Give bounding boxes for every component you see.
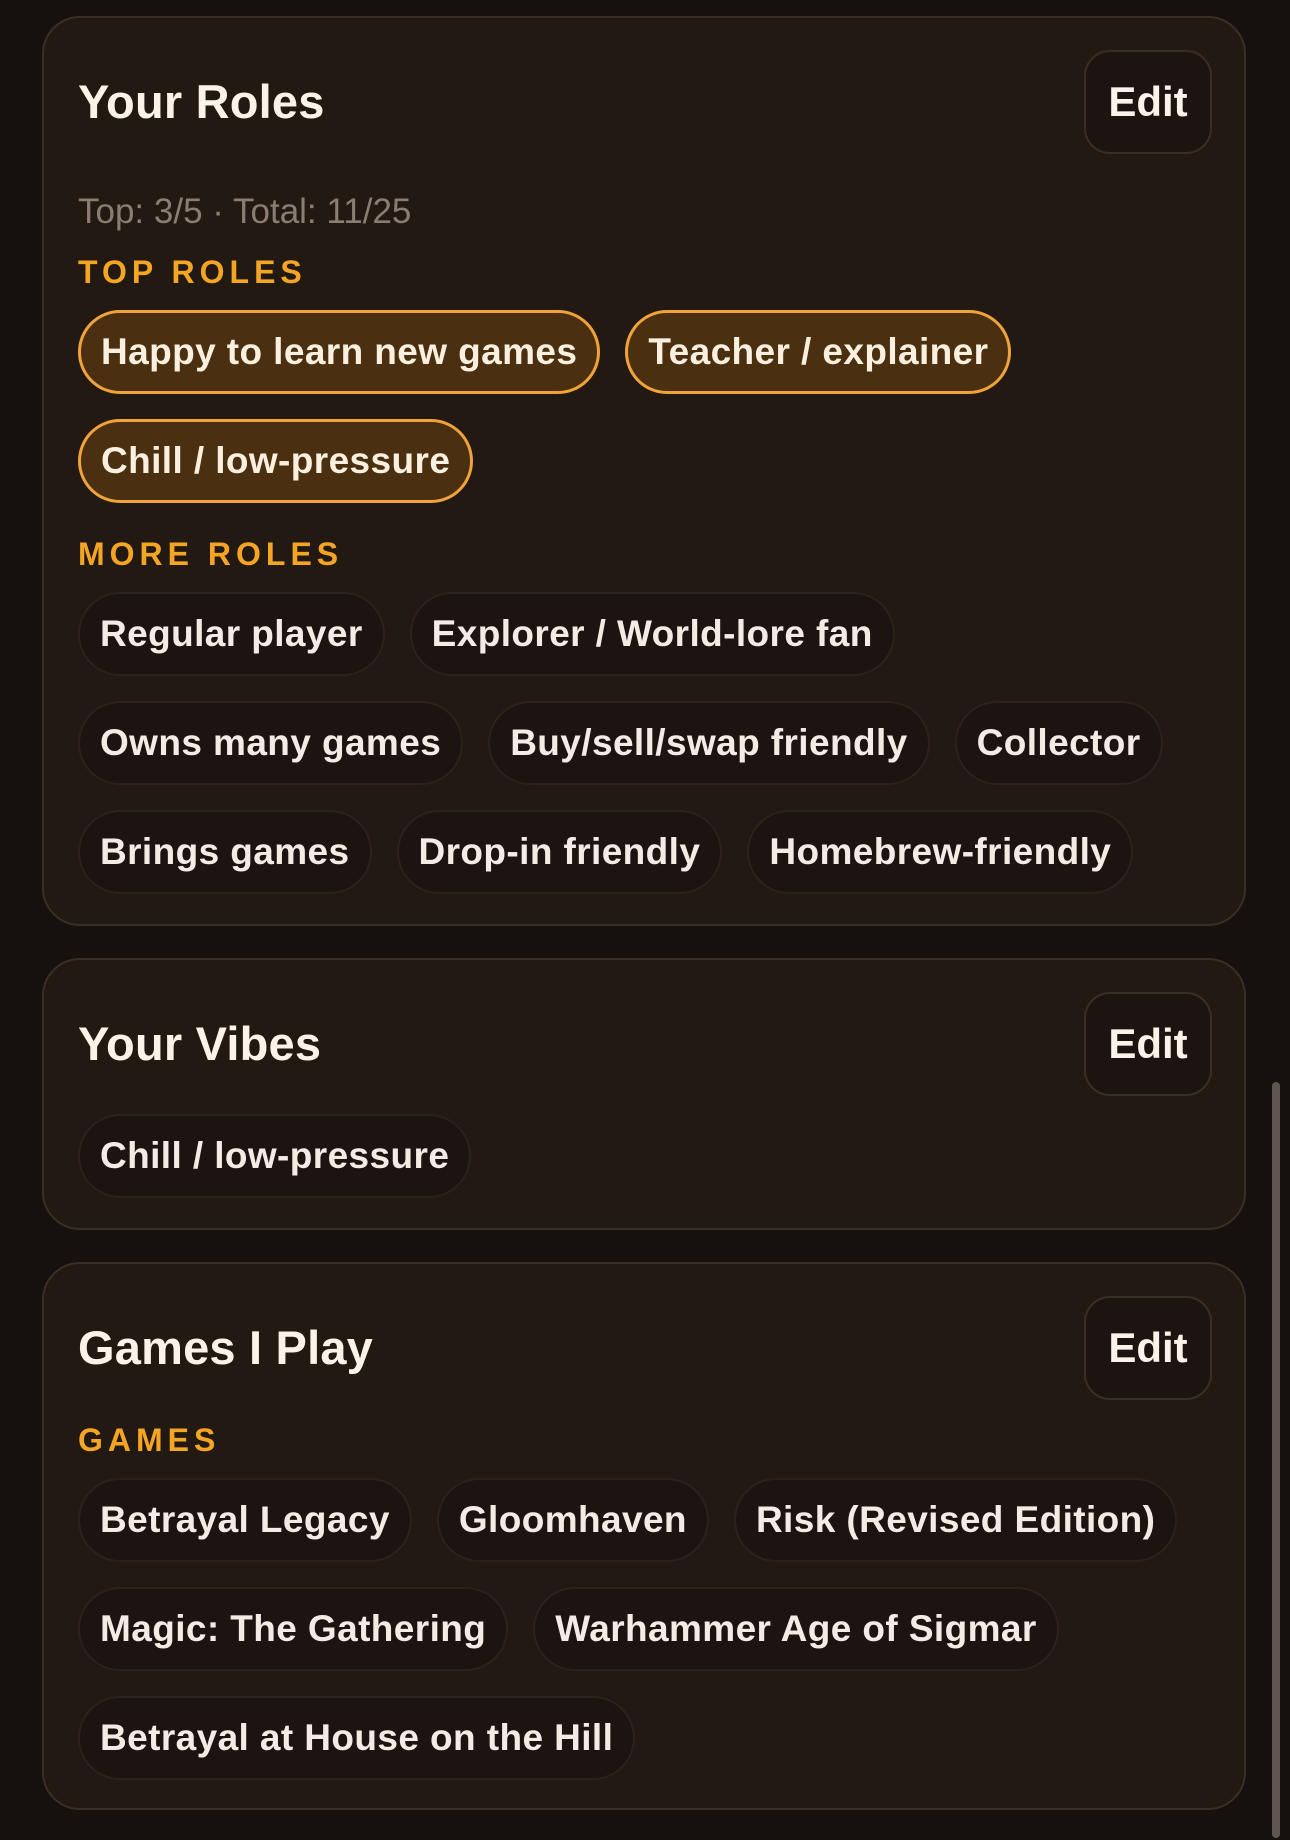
vibe-chip[interactable]: Chill / low-pressure xyxy=(78,1114,472,1198)
role-chip-top[interactable]: Happy to learn new games xyxy=(78,310,601,394)
scrollbar-thumb[interactable] xyxy=(1272,1082,1280,1838)
more-roles-label: MORE ROLES xyxy=(78,536,344,572)
role-chip[interactable]: Owns many games xyxy=(78,701,464,785)
role-chip-top[interactable]: Teacher / explainer xyxy=(625,310,1012,394)
role-chip[interactable]: Drop-in friendly xyxy=(396,810,723,894)
game-chip[interactable]: Warhammer Age of Sigmar xyxy=(533,1587,1059,1671)
roles-card: Your Roles Edit Top: 3/5 · Total: 11/25 … xyxy=(42,16,1246,926)
game-chip[interactable]: Betrayal at House on the Hill xyxy=(78,1696,636,1780)
vibes-title: Your Vibes xyxy=(78,1017,322,1070)
top-roles-row: Happy to learn new games Teacher / expla… xyxy=(78,310,1012,394)
top-roles-row: Chill / low-pressure xyxy=(78,419,474,503)
more-roles-row: Owns many games Buy/sell/swap friendly C… xyxy=(78,701,1163,785)
role-chip[interactable]: Brings games xyxy=(78,810,372,894)
games-section-label: GAMES xyxy=(78,1422,221,1458)
games-edit-button[interactable]: Edit xyxy=(1084,1296,1212,1400)
game-chip[interactable]: Risk (Revised Edition) xyxy=(733,1478,1178,1562)
more-roles-row: Regular player Explorer / World-lore fan xyxy=(78,592,895,676)
role-chip-top[interactable]: Chill / low-pressure xyxy=(78,419,474,503)
games-row: Betrayal at House on the Hill xyxy=(78,1696,636,1780)
vibes-row: Chill / low-pressure xyxy=(78,1114,472,1198)
top-roles-label: TOP ROLES xyxy=(78,254,307,290)
profile-page: Your Roles Edit Top: 3/5 · Total: 11/25 … xyxy=(0,0,1290,1840)
game-chip[interactable]: Betrayal Legacy xyxy=(78,1478,412,1562)
role-chip[interactable]: Homebrew-friendly xyxy=(747,810,1134,894)
vibes-card: Your Vibes Edit Chill / low-pressure xyxy=(42,958,1246,1230)
roles-edit-button[interactable]: Edit xyxy=(1084,50,1212,154)
vibes-edit-button[interactable]: Edit xyxy=(1084,992,1212,1096)
games-card: Games I Play Edit GAMES Betrayal Legacy … xyxy=(42,1262,1246,1810)
game-chip[interactable]: Magic: The Gathering xyxy=(78,1587,509,1671)
games-row: Magic: The Gathering Warhammer Age of Si… xyxy=(78,1587,1059,1671)
roles-counts: Top: 3/5 · Total: 11/25 xyxy=(78,192,412,231)
more-roles-row: Brings games Drop-in friendly Homebrew-f… xyxy=(78,810,1134,894)
roles-title: Your Roles xyxy=(78,75,325,128)
role-chip[interactable]: Explorer / World-lore fan xyxy=(409,592,895,676)
role-chip[interactable]: Buy/sell/swap friendly xyxy=(488,701,930,785)
role-chip[interactable]: Collector xyxy=(954,701,1163,785)
games-title: Games I Play xyxy=(78,1321,374,1374)
games-row: Betrayal Legacy Gloomhaven Risk (Revised… xyxy=(78,1478,1178,1562)
game-chip[interactable]: Gloomhaven xyxy=(436,1478,709,1562)
role-chip[interactable]: Regular player xyxy=(78,592,385,676)
